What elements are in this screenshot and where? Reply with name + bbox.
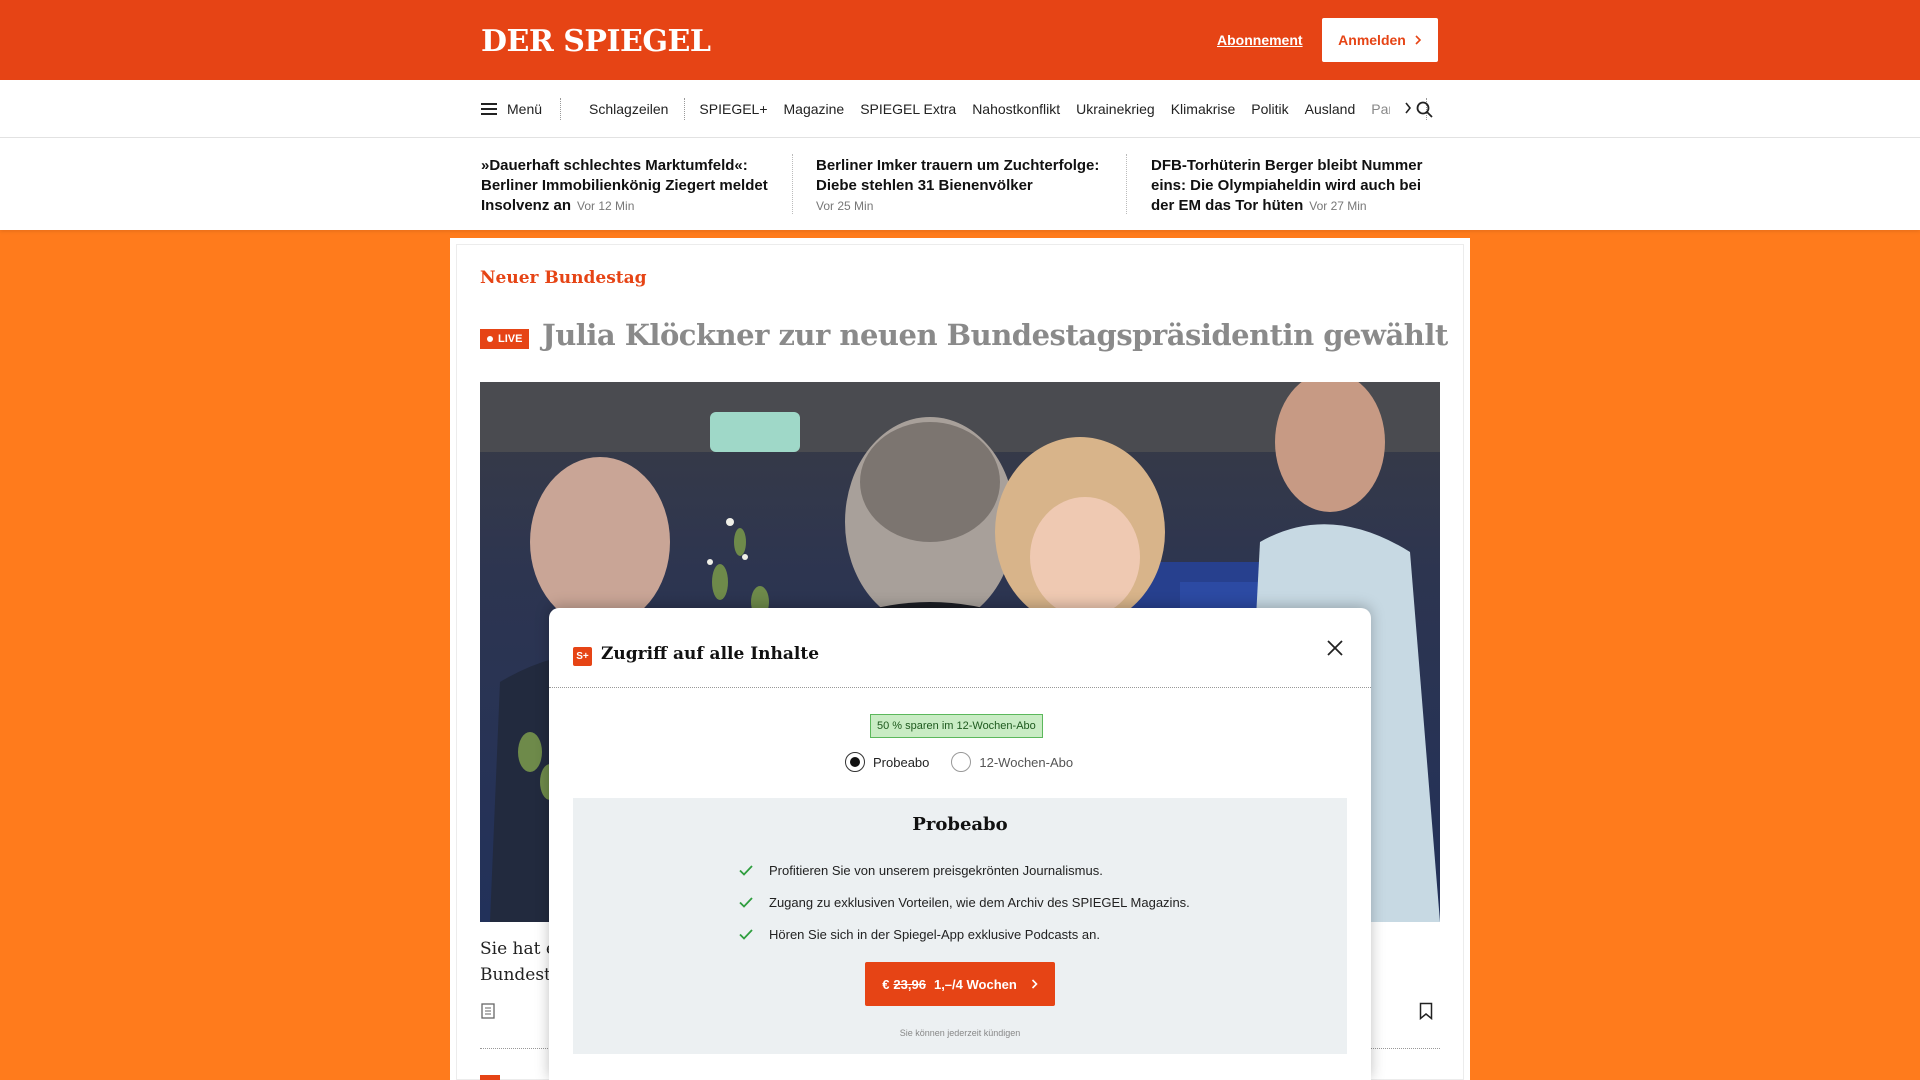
radio-label: Probeabo (873, 754, 930, 770)
plan-selector: Probeabo 12-Wochen-Abo (845, 752, 1095, 772)
benefit-item: Hören Sie sich in der Spiegel-App exklus… (739, 918, 1190, 950)
menu-label: Menü (507, 101, 543, 117)
ticker-item[interactable]: Berliner Imker trauern um Zuchterfolge: … (816, 156, 1106, 216)
article-headline[interactable]: Julia Klöckner zur neuen Bundestagspräsi… (542, 318, 1448, 352)
bookmark-icon (1419, 1002, 1433, 1021)
spiegel-logo[interactable]: DER SPIEGEL (481, 24, 711, 59)
radio-button[interactable] (951, 752, 972, 772)
nav-item-ausland[interactable]: Ausland (1305, 101, 1356, 117)
check-icon (739, 928, 753, 940)
ticker-item-time: Vor 12 Min (577, 199, 635, 213)
nav-item-nahostkonflikt[interactable]: Nahostkonflikt (972, 101, 1060, 117)
live-dot-icon (487, 336, 493, 342)
login-button-label: Anmelden (1338, 32, 1406, 48)
nav-item-magazine[interactable]: Magazine (784, 101, 845, 117)
document-icon (481, 1003, 495, 1019)
nav-item-schlagzeilen[interactable]: Schlagzeilen (589, 101, 668, 117)
close-button[interactable] (1323, 636, 1347, 660)
close-icon (1327, 640, 1343, 656)
live-label: LIVE (498, 333, 523, 345)
live-badge: LIVE (480, 329, 530, 349)
nav-item-panorama[interactable]: Panorama (1371, 101, 1390, 117)
benefit-text: Hören Sie sich in der Spiegel-App exklus… (769, 926, 1100, 942)
nav-item-spiegel-plus[interactable]: SPIEGEL+ (699, 101, 767, 117)
cta-price: 1,–/4 Wochen (933, 976, 1017, 992)
ticker-item[interactable]: DFB-Torhüterin Berger bleibt Nummer eins… (1151, 156, 1441, 216)
subscribe-button[interactable]: € 23,96 1,–/4 Wochen (865, 962, 1055, 1006)
ticker-item-title: DFB-Torhüterin Berger bleibt Nummer eins… (1151, 157, 1423, 214)
benefit-list: Profitieren Sie von unserem preisgekrönt… (739, 854, 1190, 950)
cta-old-price: 23,96 (893, 976, 926, 992)
benefit-item: Profitieren Sie von unserem preisgekrönt… (739, 854, 1190, 886)
ticker-divider (1126, 154, 1127, 214)
ticker-item-time: Vor 25 Min (816, 199, 874, 213)
bookmark-button[interactable] (1419, 1002, 1433, 1025)
article-kicker[interactable]: Neuer Bundestag (480, 268, 647, 288)
cancel-note: Sie können jederzeit kündigen (899, 1028, 1021, 1038)
site-header: DER SPIEGEL Abonnement Anmelden (0, 0, 1920, 80)
abonnement-link[interactable]: Abonnement (1217, 32, 1303, 48)
nav-item-klimakrise[interactable]: Klimakrise (1171, 101, 1236, 117)
headline-ticker: »Dauerhaft schlechtes Marktumfeld«: Berl… (0, 138, 1920, 230)
nav-item-spiegel-extra[interactable]: SPIEGEL Extra (860, 101, 956, 117)
savings-badge: 50 % sparen im 12-Wochen-Abo (870, 714, 1043, 738)
paywall-modal: S+ Zugriff auf alle Inhalte 50 % sparen … (549, 608, 1371, 1080)
chevron-right-icon (1405, 102, 1412, 114)
nav-item-ukrainekrieg[interactable]: Ukrainekrieg (1076, 101, 1155, 117)
check-icon (739, 896, 753, 908)
offer-title: Probeabo (912, 814, 1008, 835)
cta-currency: € (882, 976, 890, 992)
offer-box: Probeabo Profitieren Sie von unserem pre… (573, 798, 1347, 1054)
nav-item-politik[interactable]: Politik (1251, 101, 1288, 117)
chevron-right-icon (1031, 979, 1038, 989)
benefit-item: Zugang zu exklusiven Vorteilen, wie dem … (739, 886, 1190, 918)
login-button[interactable]: Anmelden (1322, 18, 1438, 62)
modal-title: Zugriff auf alle Inhalte (601, 644, 820, 664)
radio-probeabo[interactable]: Probeabo (845, 752, 929, 772)
ticker-divider (792, 154, 793, 214)
menu-button[interactable]: Menü (481, 101, 560, 117)
benefit-text: Profitieren Sie von unserem preisgekrönt… (769, 862, 1103, 878)
radio-button-selected[interactable] (845, 752, 865, 772)
article-lead-line: Sie hat e (480, 939, 556, 959)
main-navigation: Menü Schlagzeilen SPIEGEL+ Magazine SPIE… (0, 80, 1920, 138)
search-icon (1416, 101, 1433, 118)
modal-header: S+ Zugriff auf alle Inhalte (549, 608, 1371, 688)
spiegel-plus-icon: S+ (573, 647, 592, 666)
nav-scroll-right-button[interactable] (1402, 101, 1414, 117)
radio-label: 12-Wochen-Abo (979, 754, 1074, 770)
menu-icon (481, 103, 497, 115)
check-icon (739, 864, 753, 876)
ticker-item-title: Berliner Imker trauern um Zuchterfolge: … (816, 157, 1100, 194)
radio-12-wochen-abo[interactable]: 12-Wochen-Abo (951, 752, 1073, 772)
ticker-item[interactable]: »Dauerhaft schlechtes Marktumfeld«: Berl… (481, 156, 771, 216)
nav-divider (560, 98, 562, 120)
chevron-right-icon (1415, 35, 1421, 45)
ticker-item-time: Vor 27 Min (1309, 199, 1367, 213)
article-type-indicator (481, 1003, 495, 1024)
next-section-marker (480, 1075, 500, 1080)
nav-divider (684, 98, 686, 120)
benefit-text: Zugang zu exklusiven Vorteilen, wie dem … (769, 894, 1190, 910)
search-button[interactable] (1416, 101, 1433, 123)
